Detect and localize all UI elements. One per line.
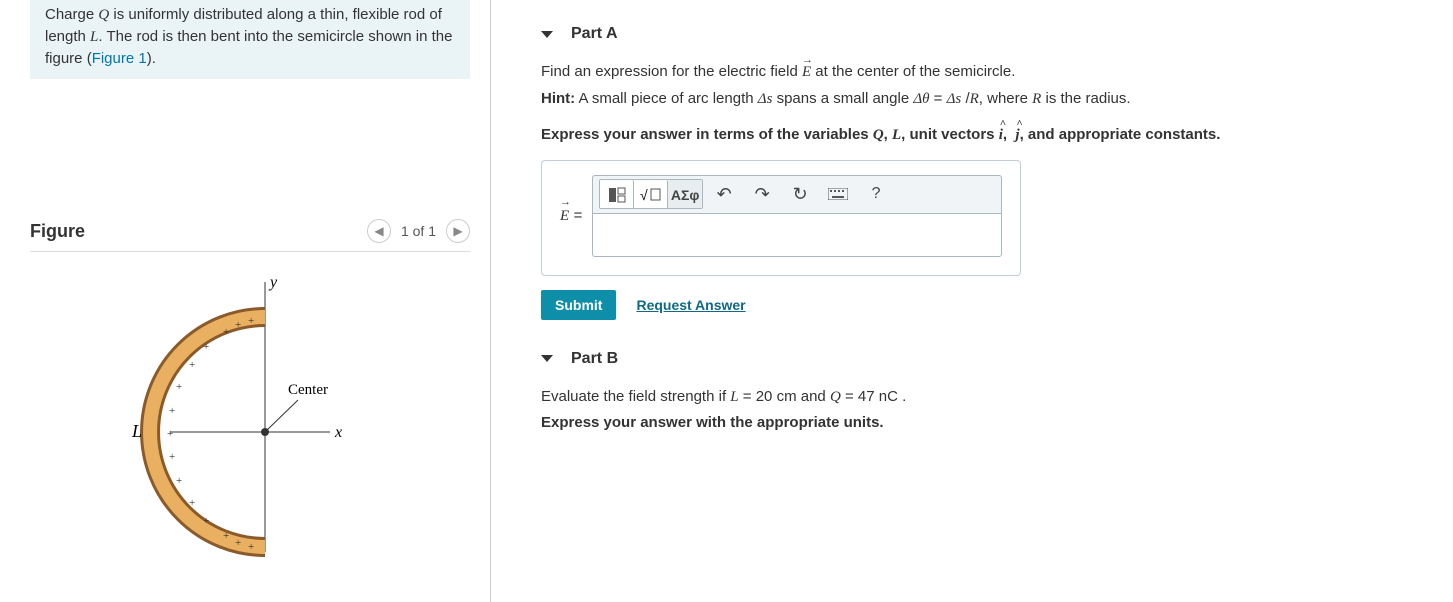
part-a-express: Express your answer in terms of the vari… [541, 126, 1423, 144]
templates-button[interactable] [600, 180, 634, 209]
figure-next-button[interactable]: ▶ [446, 219, 470, 243]
part-b-prompt: Evaluate the field strength if L = 20 cm… [541, 386, 1423, 409]
redo-button[interactable]: ↷ [745, 179, 779, 209]
svg-text:√: √ [640, 187, 648, 203]
center-label: Center [288, 382, 328, 398]
part-a-prompt: Find an expression for the electric fiel… [541, 61, 1423, 84]
svg-text:+: + [176, 475, 182, 487]
svg-text:+: + [203, 515, 209, 527]
request-answer-link[interactable]: Request Answer [636, 297, 745, 313]
keyboard-button[interactable] [821, 179, 855, 209]
figure-counter: 1 of 1 [401, 223, 436, 239]
part-a-title: Part A [571, 25, 618, 43]
part-a-hint: Hint: A small piece of arc length Δs spa… [541, 90, 1423, 108]
greek-button[interactable]: ΑΣφ [668, 180, 702, 209]
figure-title: Figure [30, 221, 85, 242]
svg-text:+: + [235, 537, 241, 549]
part-b-header[interactable]: Part B [541, 350, 1423, 368]
svg-text:+: + [203, 341, 209, 353]
submit-button[interactable]: Submit [541, 290, 616, 320]
part-b-title: Part B [571, 350, 618, 368]
svg-text:+: + [235, 319, 241, 331]
part-b-express: Express your answer with the appropriate… [541, 414, 1423, 431]
svg-text:+: + [223, 326, 229, 338]
problem-statement: Charge Q is uniformly distributed along … [30, 0, 470, 79]
svg-text:+: + [167, 428, 173, 440]
svg-text:+: + [169, 451, 175, 463]
svg-text:+: + [248, 315, 254, 327]
svg-text:+: + [189, 497, 195, 509]
equation-toolbar: √ ΑΣφ ↶ ↷ ↻ ? [592, 175, 1002, 213]
answer-label: E = [560, 207, 582, 225]
sqrt-button[interactable]: √ [634, 180, 668, 209]
axis-y-label: y [268, 274, 278, 291]
svg-text:+: + [176, 381, 182, 393]
figure-link[interactable]: Figure 1 [92, 50, 147, 67]
part-a-header[interactable]: Part A [541, 25, 1423, 43]
svg-text:+: + [248, 541, 254, 553]
figure-image: y x +++ ++ ++ ++ ++ ++ ++ Center L [30, 252, 470, 582]
length-label: L [131, 421, 142, 441]
answer-input[interactable] [592, 213, 1002, 257]
figure-prev-button[interactable]: ◀ [367, 219, 391, 243]
help-button[interactable]: ? [859, 179, 893, 209]
reset-button[interactable]: ↻ [783, 179, 817, 209]
svg-text:+: + [189, 359, 195, 371]
collapse-icon [541, 31, 553, 38]
svg-text:+: + [223, 530, 229, 542]
collapse-icon [541, 355, 553, 362]
svg-text:+: + [169, 405, 175, 417]
undo-button[interactable]: ↶ [707, 179, 741, 209]
answer-box: E = √ ΑΣφ ↶ ↷ [541, 160, 1021, 276]
axis-x-label: x [334, 424, 342, 441]
